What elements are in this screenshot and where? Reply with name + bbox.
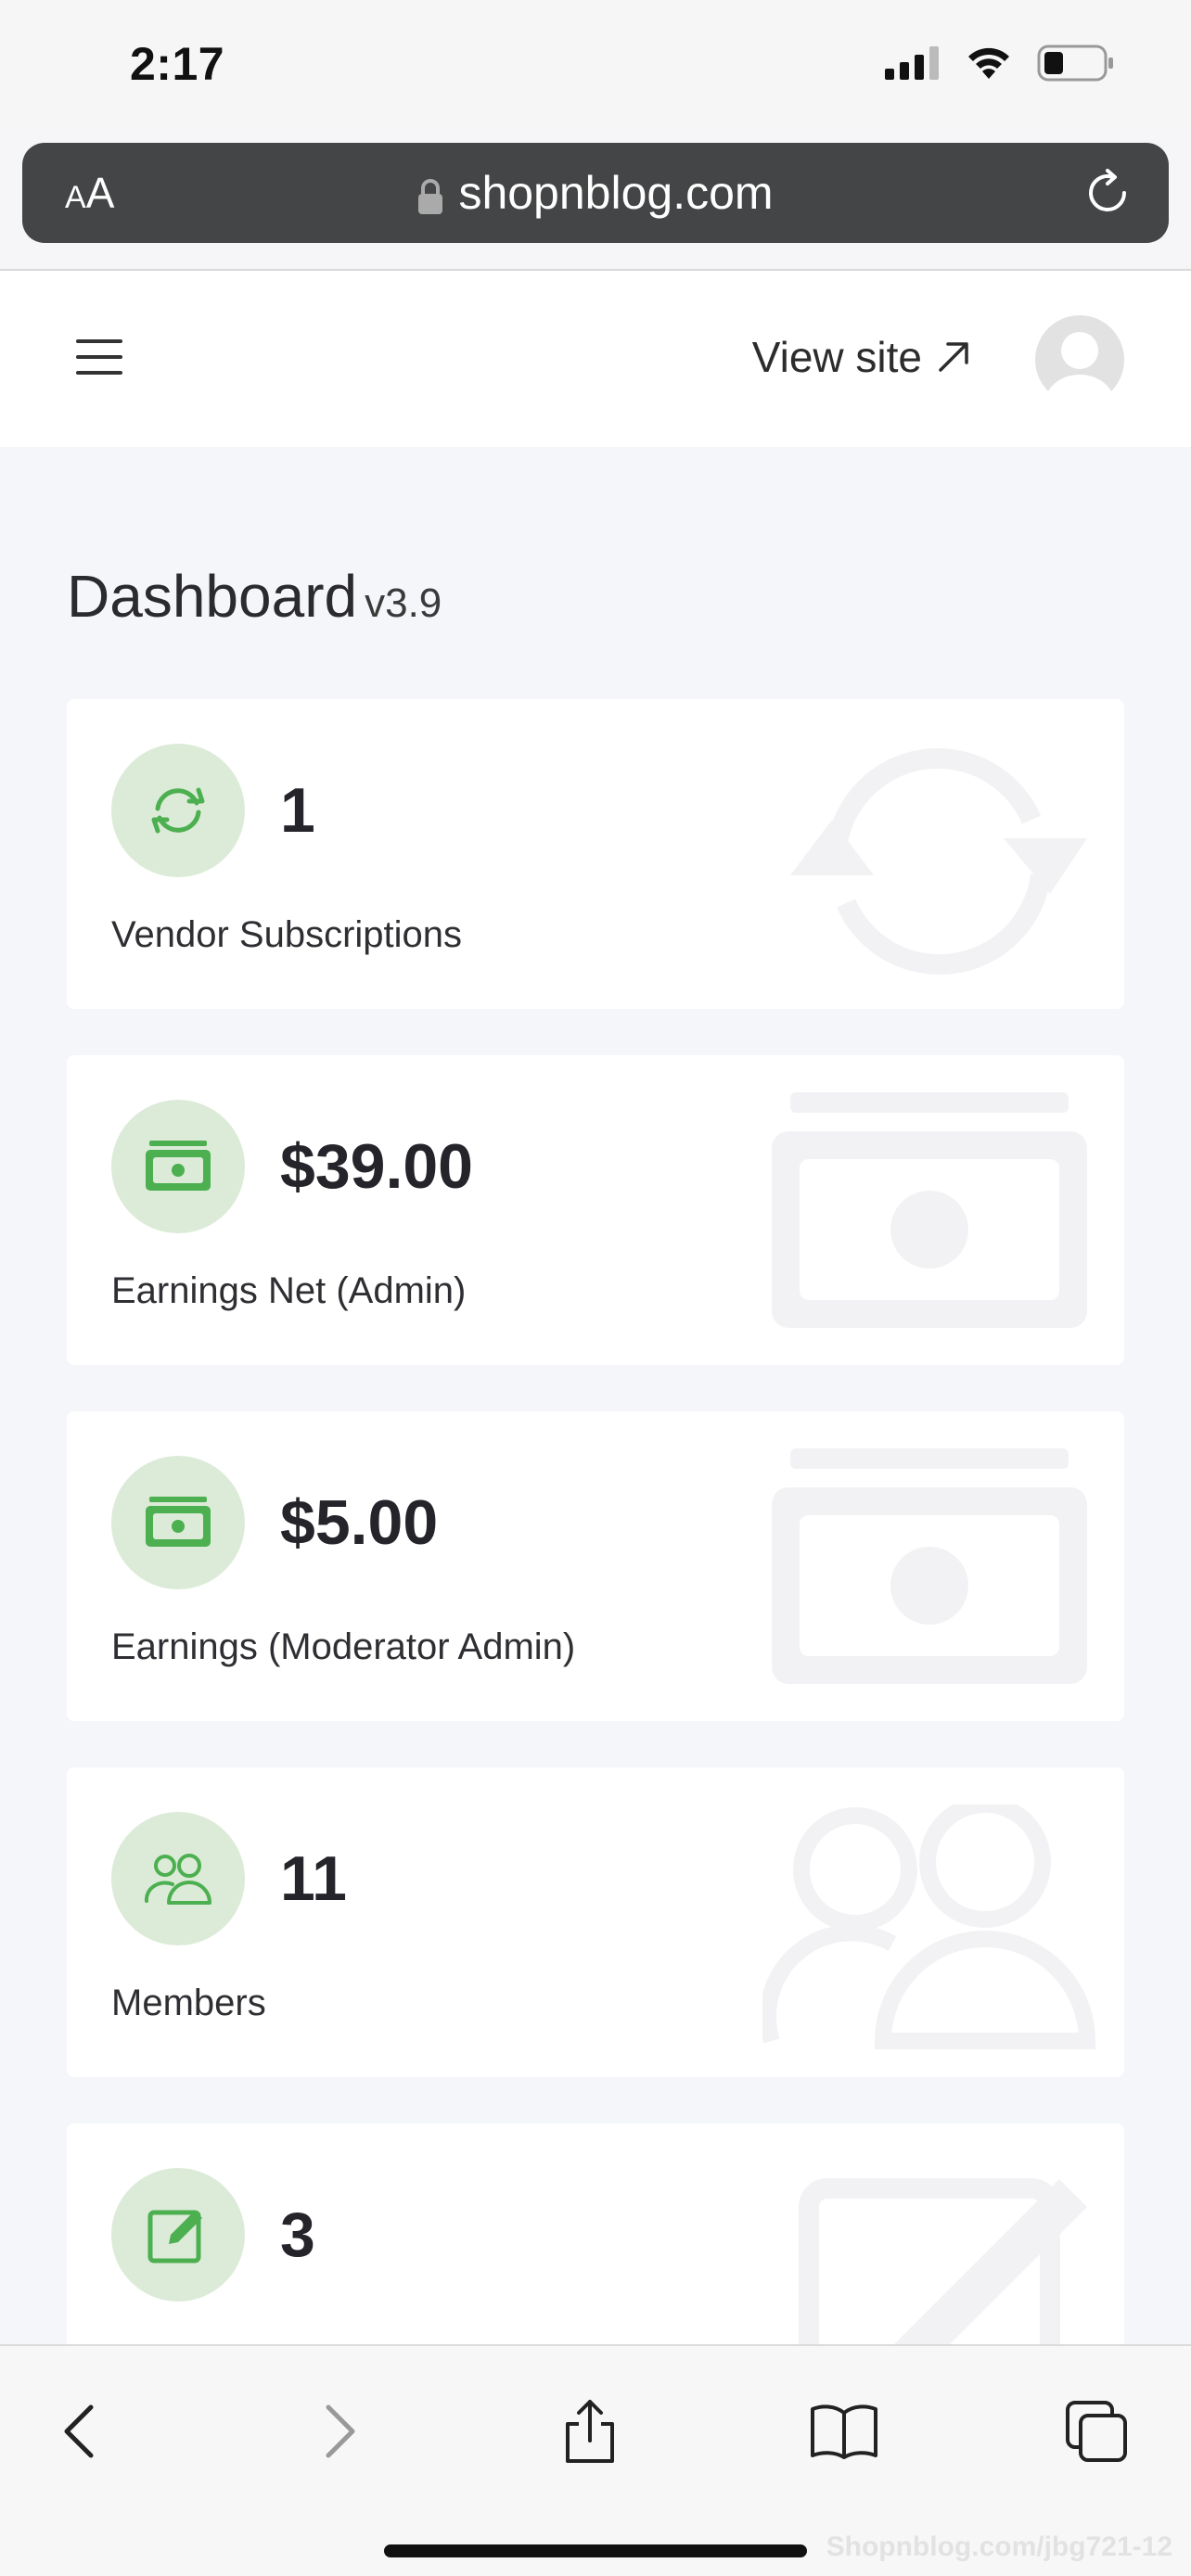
stat-card-earnings-moderator-admin[interactable]: $5.00 Earnings (Moderator Admin) — [67, 1411, 1124, 1721]
share-icon — [566, 2400, 614, 2463]
tabs-icon — [1066, 2401, 1127, 2462]
stat-card-members[interactable]: 11 Members — [67, 1767, 1124, 2077]
money-bill-watermark-icon — [772, 1448, 1087, 1684]
money-bill-watermark-icon — [772, 1092, 1087, 1328]
book-icon — [811, 2404, 877, 2459]
lock-icon — [418, 178, 443, 214]
stat-value: $39.00 — [280, 1131, 473, 1202]
app-header: View site — [0, 271, 1191, 447]
reload-icon[interactable] — [1083, 169, 1132, 217]
hamburger-menu-icon[interactable] — [76, 338, 122, 376]
url-text: shopnblog.com — [458, 167, 774, 219]
stat-card-earnings-net-admin[interactable]: $39.00 Earnings Net (Admin) — [67, 1055, 1124, 1365]
page-title-text: Dashboard — [67, 563, 358, 630]
url-display[interactable]: shopnblog.com — [22, 163, 1169, 223]
stat-value: 11 — [280, 1843, 347, 1914]
stat-value: 1 — [280, 775, 315, 846]
battery-icon — [1037, 45, 1113, 82]
stat-icon-circle — [111, 744, 245, 877]
tabs-button[interactable] — [1052, 2387, 1141, 2476]
money-bill-icon — [146, 1141, 211, 1191]
edit-watermark-icon — [799, 2178, 1087, 2344]
stat-label: Vendor Subscriptions — [111, 914, 463, 955]
home-indicator — [384, 2544, 807, 2557]
refresh-watermark-icon — [790, 747, 1087, 976]
stat-label: Members — [111, 1983, 266, 2023]
bookmarks-button[interactable] — [800, 2387, 889, 2476]
refresh-icon — [151, 787, 205, 834]
edit-icon — [147, 2210, 202, 2264]
stat-label: Earnings (Moderator Admin) — [111, 1626, 576, 1667]
cellular-signal-icon — [885, 46, 939, 80]
stat-icon-circle — [111, 1100, 245, 1233]
stat-icon-circle — [111, 1812, 245, 1945]
wifi-icon — [968, 47, 1009, 79]
status-icons — [885, 45, 1115, 82]
external-arrow-icon — [939, 342, 968, 372]
avatar[interactable] — [1035, 315, 1124, 404]
version-label: v3.9 — [365, 580, 442, 626]
status-time: 2:17 — [130, 38, 225, 90]
view-site-label: View site — [751, 333, 922, 381]
stat-icon-circle — [111, 2168, 245, 2302]
stat-value: 3 — [280, 2200, 315, 2270]
chevron-left-icon — [64, 2404, 94, 2458]
user-avatar-icon — [1044, 332, 1115, 404]
money-bill-icon — [146, 1497, 211, 1547]
stat-icon-circle — [111, 1456, 245, 1589]
stat-card-posts[interactable]: 3 — [67, 2123, 1124, 2344]
stat-value: $5.00 — [280, 1487, 439, 1558]
chevron-right-icon — [326, 2404, 355, 2458]
share-button[interactable] — [545, 2387, 634, 2476]
stat-label: Earnings Net (Admin) — [111, 1270, 467, 1311]
address-bar[interactable]: AA shopnblog.com — [22, 143, 1169, 243]
view-site-link[interactable]: View site — [752, 332, 972, 382]
stat-card-vendor-subscriptions[interactable]: 1 Vendor Subscriptions — [67, 699, 1124, 1009]
users-watermark-icon — [762, 1804, 1096, 2049]
forward-button[interactable] — [295, 2387, 384, 2476]
users-icon — [144, 1854, 211, 1905]
page-title: Dashboard v3.9 — [67, 562, 442, 631]
back-button[interactable] — [35, 2387, 124, 2476]
status-bar: 2:17 — [0, 0, 1191, 130]
watermark-text: Shopnblog.com/jbg721-12 — [826, 2531, 1172, 2562]
dashboard-content: Dashboard v3.9 1 Vendor Subscriptions $3… — [0, 447, 1191, 2344]
